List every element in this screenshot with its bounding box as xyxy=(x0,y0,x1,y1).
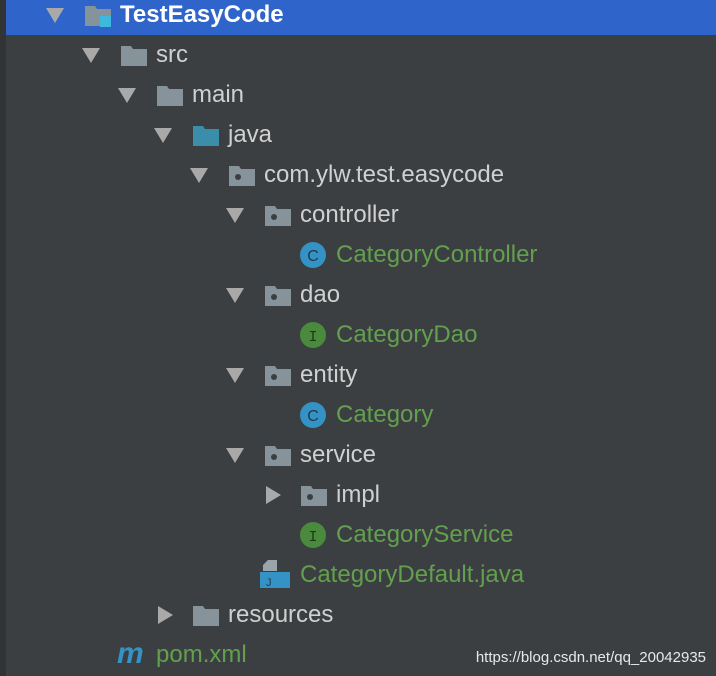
java-file-icon: J xyxy=(260,559,290,589)
source-folder-icon xyxy=(192,123,220,147)
svg-text:C: C xyxy=(307,408,319,425)
maven-icon: m xyxy=(117,637,145,670)
expanded-arrow-icon[interactable] xyxy=(226,208,244,223)
svg-text:J: J xyxy=(266,577,272,589)
tree-item-label: impl xyxy=(336,481,381,508)
tree-item-label: dao xyxy=(300,281,341,308)
class-icon: C xyxy=(300,402,328,428)
tree-row-categorydefault-java[interactable]: J CategoryDefault.java xyxy=(6,555,716,595)
svg-text:I: I xyxy=(308,329,317,346)
tree-row-dao[interactable]: dao xyxy=(6,275,716,315)
tree-item-label: java xyxy=(228,121,273,148)
tree-row-categorycontroller[interactable]: C CategoryController xyxy=(6,235,716,275)
svg-text:I: I xyxy=(308,529,317,546)
watermark: https://blog.csdn.net/qq_20042935 xyxy=(475,649,706,666)
interface-icon: I xyxy=(300,522,328,548)
folder-icon xyxy=(120,43,148,67)
tree-item-label: CategoryService xyxy=(336,521,514,548)
package-icon xyxy=(228,163,256,187)
tree-row-resources[interactable]: resources xyxy=(6,595,716,635)
tree-item-label: entity xyxy=(300,361,358,388)
expanded-arrow-icon[interactable] xyxy=(190,168,208,183)
folder-icon xyxy=(192,603,220,627)
expanded-arrow-icon[interactable] xyxy=(82,48,100,63)
package-icon xyxy=(300,483,328,507)
tree-item-label: CategoryDao xyxy=(336,321,478,348)
tree-item-label: controller xyxy=(300,201,399,228)
tree-row-impl[interactable]: impl xyxy=(6,475,716,515)
svg-text:m: m xyxy=(117,641,144,667)
tree-item-label: src xyxy=(156,41,188,68)
package-icon xyxy=(264,443,292,467)
package-icon xyxy=(264,283,292,307)
package-icon xyxy=(264,203,292,227)
expanded-arrow-icon[interactable] xyxy=(118,88,136,103)
tree-row-testeasycode[interactable]: TestEasyCode xyxy=(6,0,716,35)
tree-row-category[interactable]: C Category xyxy=(6,395,716,435)
collapsed-arrow-icon[interactable] xyxy=(266,486,281,504)
collapsed-arrow-icon[interactable] xyxy=(158,606,173,624)
tree-row-entity[interactable]: entity xyxy=(6,355,716,395)
tree-item-label: service xyxy=(300,441,377,468)
expanded-arrow-icon[interactable] xyxy=(46,8,64,23)
tree-row-controller[interactable]: controller xyxy=(6,195,716,235)
expanded-arrow-icon[interactable] xyxy=(154,128,172,143)
class-icon: C xyxy=(300,242,328,268)
tree-item-label: pom.xml xyxy=(156,641,247,668)
expanded-arrow-icon[interactable] xyxy=(226,368,244,383)
tree-item-label: CategoryController xyxy=(336,241,538,268)
expanded-arrow-icon[interactable] xyxy=(226,288,244,303)
tree-row-java[interactable]: java xyxy=(6,115,716,155)
package-icon xyxy=(264,363,292,387)
tree-item-label: com.ylw.test.easycode xyxy=(264,161,505,188)
tree-item-label: resources xyxy=(228,601,334,628)
tree-item-label: Category xyxy=(336,401,434,428)
interface-icon: I xyxy=(300,322,328,348)
folder-icon xyxy=(156,83,184,107)
tree-row-src[interactable]: src xyxy=(6,35,716,75)
tree-row-categorydao[interactable]: I CategoryDao xyxy=(6,315,716,355)
tree-item-label: TestEasyCode xyxy=(120,1,284,28)
tree-row-main[interactable]: main xyxy=(6,75,716,115)
tree-row-service[interactable]: service xyxy=(6,435,716,475)
module-folder-icon xyxy=(84,3,112,27)
expanded-arrow-icon[interactable] xyxy=(226,448,244,463)
tree-item-label: CategoryDefault.java xyxy=(300,561,525,588)
tree-row-com-ylw-test-easycode[interactable]: com.ylw.test.easycode xyxy=(6,155,716,195)
tree-item-label: main xyxy=(192,81,245,108)
tree-row-categoryservice[interactable]: I CategoryService xyxy=(6,515,716,555)
svg-text:C: C xyxy=(307,248,319,265)
